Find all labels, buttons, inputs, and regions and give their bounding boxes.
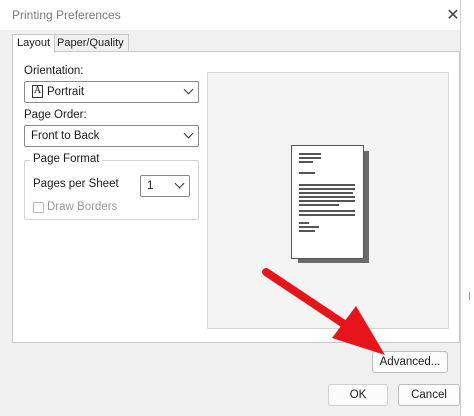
tab-layout-label: Layout [17, 37, 51, 49]
annotation-arrow-icon [262, 268, 385, 355]
tab-layout[interactable]: Layout [12, 34, 56, 53]
printing-preferences-dialog: Printing Preferences ✕ Layout Paper/Qual… [0, 0, 474, 416]
